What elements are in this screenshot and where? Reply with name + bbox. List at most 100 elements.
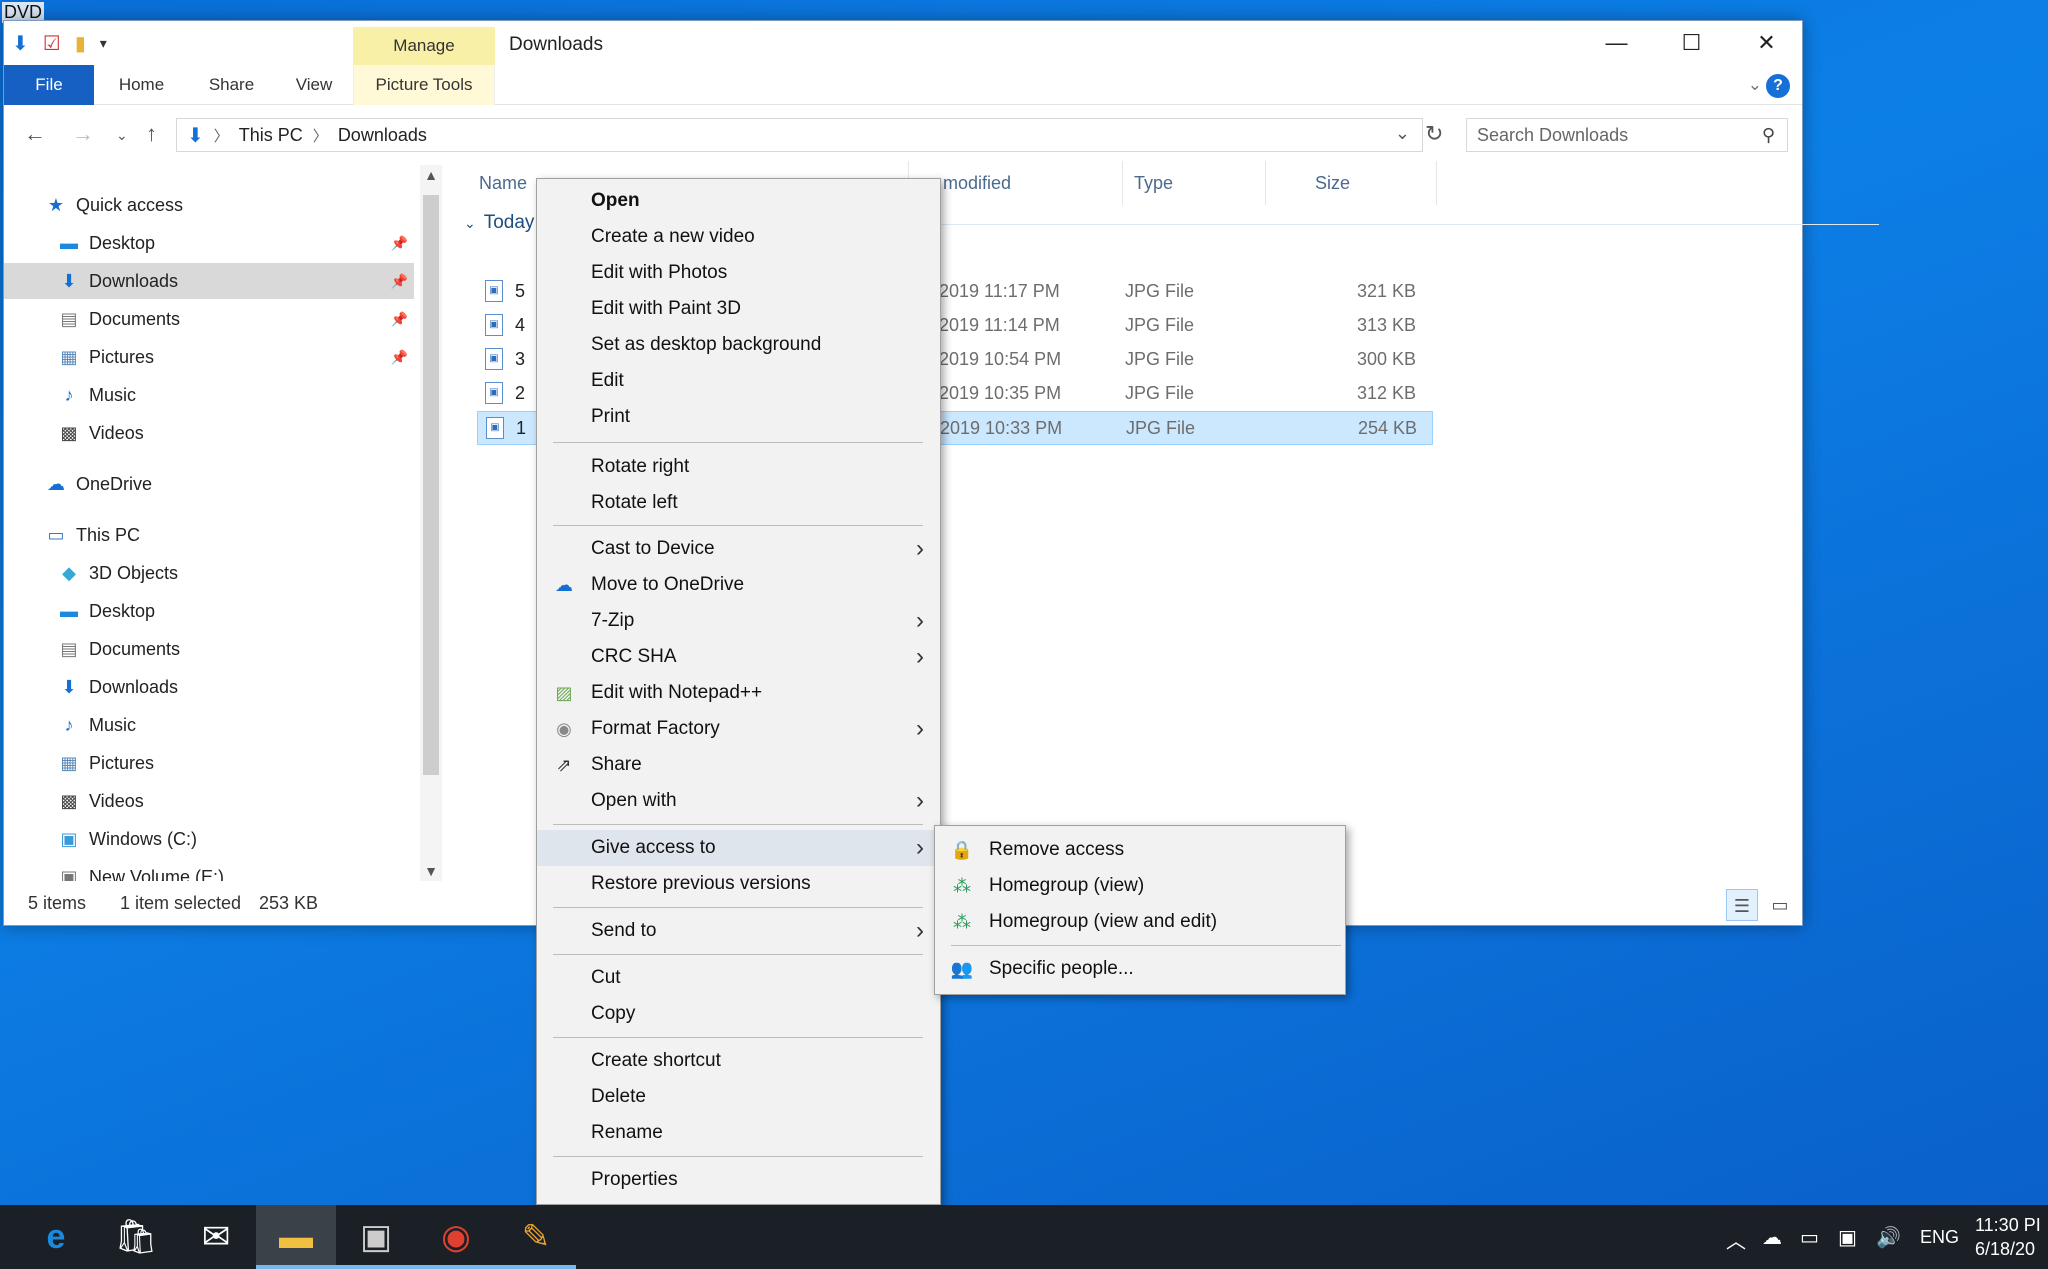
menu-item-rotate-left[interactable]: Rotate left xyxy=(537,485,940,521)
tab-file[interactable]: File xyxy=(4,65,94,105)
paint-icon[interactable]: ✎ xyxy=(496,1205,576,1269)
menu-item-rotate-right[interactable]: Rotate right xyxy=(537,449,940,485)
file-explorer-icon[interactable]: ▬ xyxy=(256,1205,336,1269)
menu-item-create-shortcut[interactable]: Create shortcut xyxy=(537,1043,940,1079)
menu-item-set-background[interactable]: Set as desktop background xyxy=(537,327,940,363)
menu-item-cut[interactable]: Cut xyxy=(537,960,940,996)
recent-locations-icon[interactable]: ⌄ xyxy=(116,127,128,144)
nav-onedrive[interactable]: ☁ OneDrive xyxy=(4,466,414,502)
scrollbar-thumb[interactable] xyxy=(423,195,439,775)
minimize-button[interactable]: — xyxy=(1579,21,1654,65)
battery-icon[interactable]: ▭ xyxy=(1800,1225,1819,1250)
column-date-modified[interactable]: modified xyxy=(943,161,1123,205)
customize-qat-icon[interactable]: ▾ xyxy=(100,35,107,52)
maximize-button[interactable]: ☐ xyxy=(1654,21,1729,65)
menu-item-notepadpp[interactable]: ▨ Edit with Notepad++ xyxy=(537,675,940,711)
menu-item-crc-sha[interactable]: CRC SHA › xyxy=(537,639,940,675)
menu-item-7zip[interactable]: 7-Zip › xyxy=(537,603,940,639)
chevron-up-icon[interactable]: ︿ xyxy=(1726,1225,1746,1254)
nav-videos-pc[interactable]: ▩ Videos xyxy=(4,783,414,819)
nav-desktop-pc[interactable]: ▬ Desktop xyxy=(4,593,414,629)
tab-picture-tools[interactable]: Picture Tools xyxy=(353,65,495,105)
mail-icon[interactable]: ✉ xyxy=(176,1205,256,1269)
status-selected: 1 item selected xyxy=(120,893,242,913)
volume-icon[interactable]: 🔊 xyxy=(1876,1225,1901,1250)
menu-item-delete[interactable]: Delete xyxy=(537,1079,940,1115)
photos-icon[interactable]: ▣ xyxy=(336,1205,416,1269)
menu-item-move-onedrive[interactable]: ☁ Move to OneDrive xyxy=(537,567,940,603)
new-folder-icon[interactable]: ▮ xyxy=(75,31,86,56)
nav-downloads[interactable]: ⬇ Downloads 📌 xyxy=(4,263,414,299)
nav-this-pc[interactable]: ▭ This PC xyxy=(4,517,414,553)
menu-item-send-to[interactable]: Send to › xyxy=(537,913,940,949)
breadcrumb-downloads[interactable]: Downloads xyxy=(338,125,427,146)
forward-arrow-icon[interactable]: → xyxy=(72,121,94,147)
download-arrow-icon[interactable]: ⬇ xyxy=(12,31,29,56)
breadcrumb-this-pc[interactable]: This PC xyxy=(239,125,303,146)
nav-downloads-pc[interactable]: ⬇ Downloads xyxy=(4,669,414,705)
onedrive-tray-icon[interactable]: ☁ xyxy=(1762,1225,1782,1250)
chrome-icon[interactable]: ◉ xyxy=(416,1205,496,1269)
close-button[interactable]: ✕ xyxy=(1729,21,1804,65)
address-bar[interactable]: ⬇ 〉 This PC 〉 Downloads ⌄ xyxy=(176,118,1423,152)
edge-icon[interactable]: e xyxy=(16,1205,96,1269)
column-size[interactable]: Size xyxy=(1307,161,1437,205)
scroll-up-icon[interactable]: ▲ xyxy=(420,167,442,183)
submenu-homegroup-view-edit[interactable]: ⁂ Homegroup (view and edit) xyxy=(935,904,1345,940)
menu-item-open[interactable]: Open xyxy=(537,183,940,219)
submenu-specific-people[interactable]: 👥 Specific people... xyxy=(935,951,1345,987)
language-indicator[interactable]: ENG xyxy=(1920,1227,1959,1248)
nav-scrollbar[interactable]: ▲ ▼ xyxy=(420,165,442,881)
menu-item-edit-paint3d[interactable]: Edit with Paint 3D xyxy=(537,291,940,327)
tab-share[interactable]: Share xyxy=(194,65,269,105)
up-arrow-icon[interactable]: ↑ xyxy=(146,121,157,147)
tab-home[interactable]: Home xyxy=(104,65,179,105)
menu-item-format-factory[interactable]: ◉ Format Factory › xyxy=(537,711,940,747)
chevron-right-icon: › xyxy=(916,643,924,670)
clock[interactable]: 11:30 PI 6/18/20 xyxy=(1975,1213,2041,1261)
nav-new-volume-e[interactable]: ▣ New Volume (E:) xyxy=(4,859,414,881)
nav-pictures[interactable]: ▦ Pictures 📌 xyxy=(4,339,414,375)
nav-pictures-pc[interactable]: ▦ Pictures xyxy=(4,745,414,781)
search-input[interactable]: Search Downloads ⚲ xyxy=(1466,118,1788,152)
nav-desktop[interactable]: ▬ Desktop 📌 xyxy=(4,225,414,261)
submenu-homegroup-view[interactable]: ⁂ Homegroup (view) xyxy=(935,868,1345,904)
nav-music[interactable]: ♪ Music xyxy=(4,377,414,413)
nav-windows-c[interactable]: ▣ Windows (C:) xyxy=(4,821,414,857)
menu-item-edit-photos[interactable]: Edit with Photos xyxy=(537,255,940,291)
menu-item-give-access[interactable]: Give access to › xyxy=(537,830,940,866)
network-icon[interactable]: ▣ xyxy=(1838,1225,1857,1250)
menu-item-restore-versions[interactable]: Restore previous versions xyxy=(537,866,940,902)
column-type[interactable]: Type xyxy=(1126,161,1266,205)
menu-item-cast-device[interactable]: Cast to Device › xyxy=(537,531,940,567)
address-dropdown-icon[interactable]: ⌄ xyxy=(1395,123,1410,144)
help-icon[interactable]: ? xyxy=(1766,74,1790,98)
chevron-down-icon[interactable]: ⌄ xyxy=(1748,75,1762,95)
scroll-down-icon[interactable]: ▼ xyxy=(420,863,442,879)
menu-item-properties[interactable]: Properties xyxy=(537,1162,940,1198)
large-icons-view-icon[interactable]: ▭ xyxy=(1764,889,1796,921)
menu-item-open-with[interactable]: Open with › xyxy=(537,783,940,819)
menu-item-copy[interactable]: Copy xyxy=(537,996,940,1032)
nav-3d-objects[interactable]: ◆ 3D Objects xyxy=(4,555,414,591)
manage-tab[interactable]: Manage xyxy=(353,27,495,65)
group-header-today[interactable]: ⌄ Today xyxy=(464,212,534,234)
menu-item-create-video[interactable]: Create a new video xyxy=(537,219,940,255)
nav-documents[interactable]: ▤ Documents 📌 xyxy=(4,301,414,337)
store-icon[interactable]: 🛍 xyxy=(96,1205,176,1269)
menu-item-rename[interactable]: Rename xyxy=(537,1115,940,1151)
menu-item-share[interactable]: ⇗ Share xyxy=(537,747,940,783)
details-view-icon[interactable]: ☰ xyxy=(1726,889,1758,921)
nav-documents-pc[interactable]: ▤ Documents xyxy=(4,631,414,667)
menu-item-edit[interactable]: Edit xyxy=(537,363,940,399)
properties-check-icon[interactable]: ☑ xyxy=(43,31,61,56)
nav-videos[interactable]: ▩ Videos xyxy=(4,415,414,451)
submenu-remove-access[interactable]: 🔒 Remove access xyxy=(935,832,1345,868)
nav-quick-access[interactable]: ★ Quick access xyxy=(4,187,414,223)
menu-item-print[interactable]: Print xyxy=(537,399,940,435)
chevron-down-icon: ⌄ xyxy=(464,215,476,231)
back-arrow-icon[interactable]: ← xyxy=(24,121,46,147)
refresh-icon[interactable]: ↻ xyxy=(1425,121,1443,147)
tab-view[interactable]: View xyxy=(279,65,349,105)
nav-music-pc[interactable]: ♪ Music xyxy=(4,707,414,743)
